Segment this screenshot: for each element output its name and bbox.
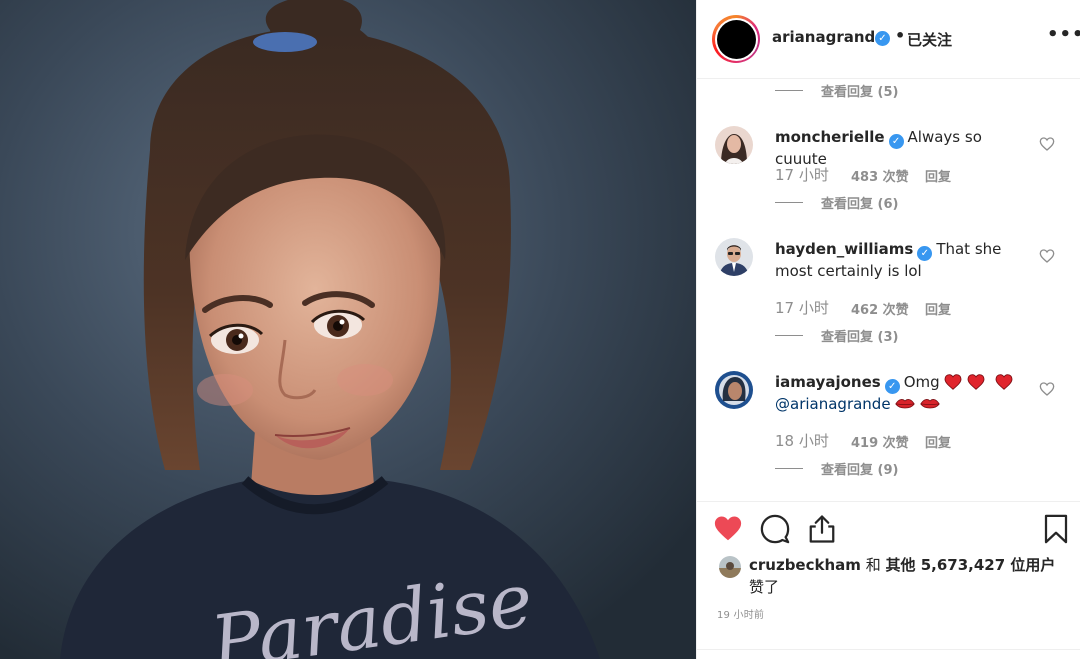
post-timestamp[interactable]: 19 小时前	[717, 606, 764, 621]
reply-button[interactable]: 回复	[925, 164, 951, 185]
comment-body: iamayajones ✓ Omg @arianagrande	[775, 372, 1035, 415]
comment-meta: 18 小时 419 次赞 回复	[775, 430, 951, 451]
reply-button[interactable]: 回复	[925, 430, 951, 451]
mention-link[interactable]: @arianagrande	[775, 395, 891, 413]
verified-badge-icon: ✓	[888, 134, 904, 149]
comment-body: hayden_williams ✓ That she most certainly …	[775, 239, 1035, 282]
header-separator: •	[895, 26, 906, 45]
commenter-avatar[interactable]	[715, 238, 753, 276]
post-photo[interactable]: Paradise	[0, 0, 696, 659]
red-heart-emoji-icon	[944, 374, 962, 390]
comment-meta: 17 小时 483 次赞 回复	[775, 164, 951, 185]
liked-by-summary: cruzbeckham 和 其他 5,673,427 位用户 赞了	[717, 554, 1077, 596]
other-likers-button[interactable]: 其他 5,673,427 位用户	[886, 556, 1056, 574]
more-options-icon[interactable]: •••	[1047, 24, 1080, 45]
liked-by-text: cruzbeckham 和 其他 5,673,427 位用户 赞了	[749, 554, 1069, 598]
comment-text: Omg	[903, 373, 940, 391]
comments-list[interactable]: 查看回复 (5) moncherielle ✓ Always so cuuute 1…	[697, 80, 1080, 501]
liked-by-connector: 和	[865, 556, 881, 574]
commenter-username[interactable]: moncherielle	[775, 128, 885, 146]
verified-badge-icon: ✓	[884, 379, 900, 394]
comment-likes[interactable]: 462 次赞	[851, 297, 925, 318]
liker-username[interactable]: cruzbeckham	[749, 556, 861, 574]
speech-bubble-icon[interactable]	[760, 514, 790, 544]
red-heart-emoji-icon	[967, 374, 985, 390]
post-photo-illustration: Paradise	[0, 0, 696, 659]
comment-like-icon[interactable]	[1039, 381, 1055, 397]
commenter-avatar[interactable]	[715, 371, 753, 409]
post-actions: cruzbeckham 和 其他 5,673,427 位用户 赞了 19 小时前	[697, 501, 1080, 659]
comment-likes[interactable]: 419 次赞	[851, 430, 925, 451]
following-button[interactable]: 已关注	[907, 29, 952, 50]
author-username[interactable]: arianagrande	[772, 28, 885, 46]
view-replies-button[interactable]: 查看回复 (3)	[775, 325, 898, 345]
liker-avatar[interactable]	[719, 556, 741, 578]
reply-button[interactable]: 回复	[925, 297, 951, 318]
post-side-panel: arianagrande ✓ • 已关注 ••• 查看回复 (5) monche…	[696, 0, 1080, 659]
post-header: arianagrande ✓ • 已关注 •••	[697, 0, 1080, 79]
liked-by-suffix: 赞了	[749, 578, 780, 596]
verified-badge-icon: ✓	[875, 31, 890, 46]
red-heart-emoji-icon	[995, 374, 1013, 390]
comment-likes[interactable]: 483 次赞	[851, 164, 925, 185]
commenter-avatar[interactable]	[715, 126, 753, 164]
commenter-username[interactable]: iamayajones	[775, 373, 881, 391]
comment-meta: 17 小时 462 次赞 回复	[775, 297, 951, 318]
view-replies-button[interactable]: 查看回复 (6)	[775, 192, 898, 212]
author-avatar[interactable]	[712, 15, 760, 63]
view-replies-button[interactable]: 查看回复 (5)	[775, 80, 898, 100]
kiss-lips-emoji-icon	[895, 399, 916, 409]
comment-time[interactable]: 17 小时	[775, 164, 851, 185]
kiss-lips-emoji-icon	[920, 399, 940, 409]
comment-time[interactable]: 18 小时	[775, 430, 851, 451]
bookmark-icon[interactable]	[1041, 514, 1071, 544]
verified-badge-icon: ✓	[917, 246, 933, 261]
comment-like-icon[interactable]	[1039, 136, 1055, 152]
commenter-username[interactable]: hayden_williams	[775, 240, 913, 258]
share-icon[interactable]	[807, 514, 837, 544]
heart-filled-icon[interactable]	[713, 514, 743, 544]
comment-time[interactable]: 17 小时	[775, 297, 851, 318]
comment-like-icon[interactable]	[1039, 248, 1055, 264]
view-replies-button[interactable]: 查看回复 (9)	[775, 458, 898, 478]
add-comment-area[interactable]	[697, 649, 1080, 659]
